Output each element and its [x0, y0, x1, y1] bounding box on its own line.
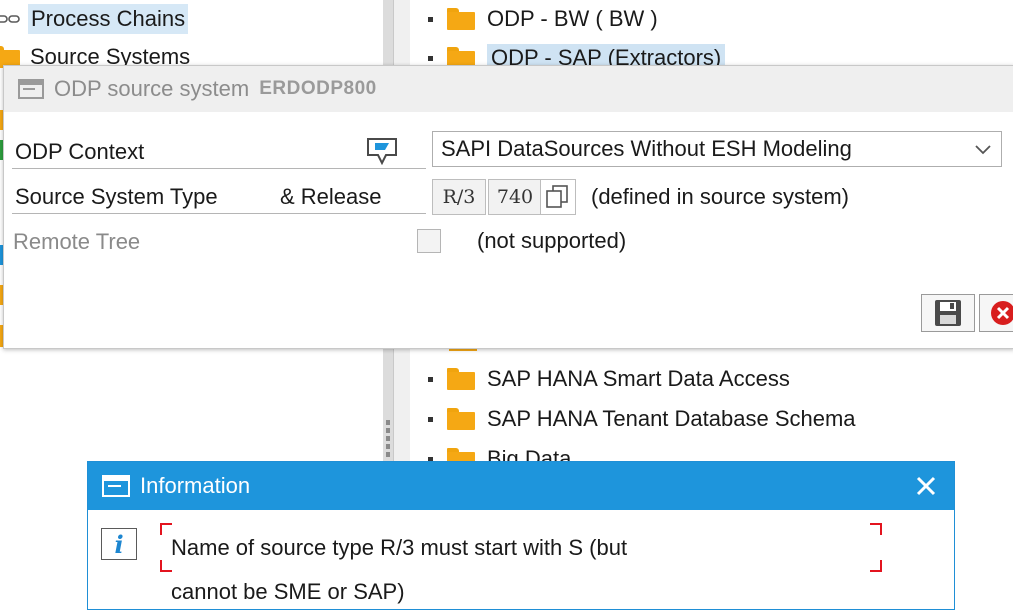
splitter-grip — [386, 428, 390, 433]
window-icon — [18, 79, 44, 99]
odp-context-label: ODP Context — [15, 139, 145, 164]
tree-item-label: SAP HANA Tenant Database Schema — [487, 406, 856, 431]
remote-tree-note: (not supported) — [477, 228, 627, 253]
left-tree-label: Process Chains — [28, 4, 189, 34]
tree-item-odp-bw[interactable]: ODP - BW ( BW ) — [428, 0, 658, 38]
copy-icon — [546, 185, 568, 208]
cancel-icon — [991, 301, 1013, 325]
bullet-icon — [428, 376, 433, 382]
source-type-value: R/3 — [442, 186, 476, 208]
source-system-type-label: Source System Type — [15, 184, 218, 209]
left-tree-item-process-chains[interactable]: Process Chains — [0, 0, 189, 38]
bullet-icon — [428, 16, 433, 22]
dialog-title-bar[interactable]: ODP source system ERDODP800 — [4, 66, 1013, 112]
dialog-title: ODP source system — [54, 76, 250, 101]
info-title-bar[interactable]: Information — [88, 462, 954, 510]
info-title: Information — [140, 473, 251, 498]
folder-icon — [447, 368, 475, 390]
close-icon[interactable] — [914, 474, 938, 498]
remote-tree-checkbox[interactable] — [417, 229, 441, 253]
release-field: 740 — [488, 179, 542, 215]
info-message-line-1: Name of source type R/3 must start with … — [171, 535, 628, 560]
info-icon: i — [101, 528, 137, 560]
bullet-icon — [428, 55, 433, 61]
release-value: 740 — [496, 186, 534, 208]
chevron-down-icon — [975, 145, 991, 155]
odp-context-value: SAPI DataSources Without ESH Modeling — [441, 136, 852, 161]
label-underline — [12, 168, 426, 169]
splitter-grip — [386, 444, 390, 449]
window-icon — [102, 475, 130, 497]
focus-corner — [870, 523, 882, 535]
label-underline — [12, 213, 426, 214]
odp-source-system-dialog: ODP source system ERDODP800 ODP Context … — [3, 65, 1013, 349]
cancel-button[interactable] — [979, 294, 1013, 332]
save-icon — [935, 300, 961, 326]
remote-tree-label: Remote Tree — [13, 229, 141, 254]
process-chain-icon — [0, 15, 20, 23]
value-help-icon[interactable] — [366, 137, 398, 165]
info-message-line-2: cannot be SME or SAP) — [171, 579, 405, 604]
splitter-grip — [386, 452, 390, 457]
focus-corner — [160, 523, 172, 535]
bullet-icon — [428, 416, 433, 422]
focus-corner — [160, 560, 172, 572]
tree-item-label: ODP - BW ( BW ) — [487, 6, 658, 31]
defined-note: (defined in source system) — [591, 184, 849, 209]
folder-icon — [447, 8, 475, 30]
copy-button[interactable] — [540, 179, 576, 215]
odp-context-dropdown[interactable]: SAPI DataSources Without ESH Modeling — [432, 131, 1002, 167]
dialog-system-id: ERDODP800 — [259, 78, 377, 99]
save-button[interactable] — [921, 294, 975, 332]
tree-item-sap-hana-sda[interactable]: SAP HANA Smart Data Access — [428, 360, 790, 398]
focus-corner — [870, 560, 882, 572]
information-popup: Information i Name of source type R/3 mu… — [87, 461, 955, 610]
source-type-field: R/3 — [432, 179, 486, 215]
folder-icon — [447, 408, 475, 430]
tree-item-label: SAP HANA Smart Data Access — [487, 366, 790, 391]
splitter-grip — [386, 436, 390, 441]
tree-item-sap-hana-tenant[interactable]: SAP HANA Tenant Database Schema — [428, 400, 856, 438]
splitter-grip — [386, 420, 390, 425]
release-label: & Release — [280, 184, 382, 209]
